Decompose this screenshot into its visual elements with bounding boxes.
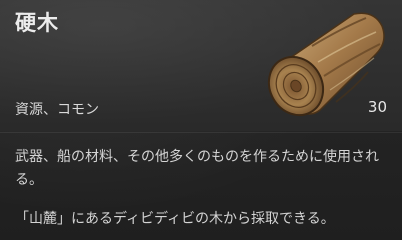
item-source: 「山麓」にあるディビディビの木から採取できる。 — [15, 211, 335, 227]
item-count: 30 — [367, 98, 387, 116]
divider — [0, 132, 402, 133]
item-tooltip: 硬木 資源、コモン 30 武器、船の材料、その他多くのものを作るために使用される… — [0, 0, 402, 240]
item-description: 武器、船の材料、その他多くのものを作るために使用される。 — [15, 149, 379, 188]
item-name: 硬木 — [15, 11, 59, 35]
item-category: 資源、コモン — [15, 102, 99, 118]
